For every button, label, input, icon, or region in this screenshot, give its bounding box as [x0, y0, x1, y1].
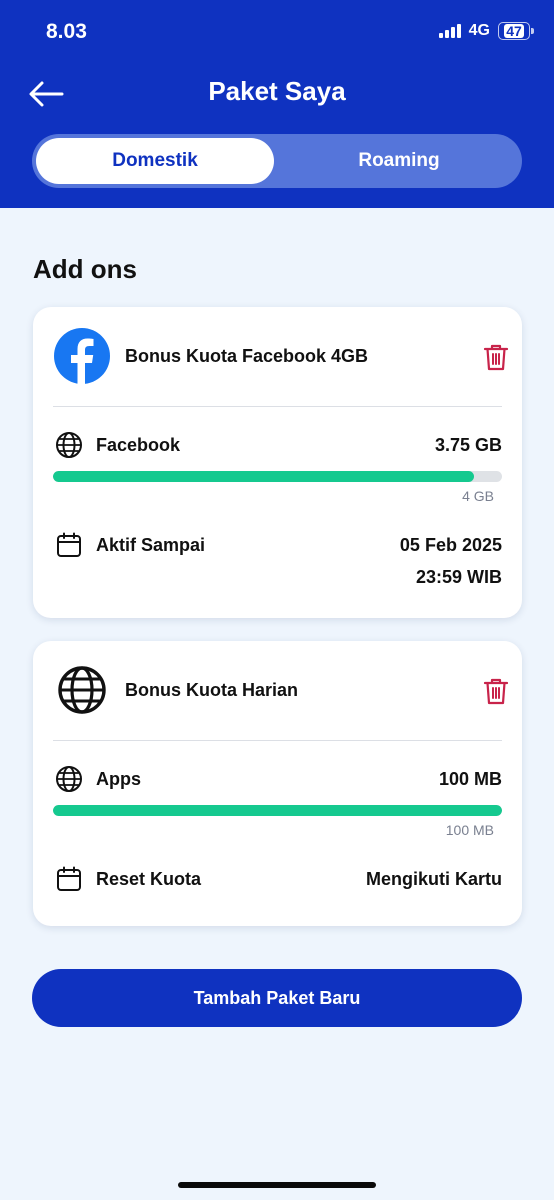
delete-button[interactable] — [480, 341, 512, 373]
usage-progress-fill — [53, 805, 502, 816]
expiry-time: 23:59 WIB — [415, 567, 502, 587]
usage-progress-bar — [53, 471, 502, 482]
page-title: Paket Saya — [208, 76, 346, 106]
trash-icon — [483, 344, 509, 371]
trash-icon — [483, 678, 509, 705]
package-name: Bonus Kuota Harian — [125, 679, 299, 700]
network-type: 4G — [468, 22, 490, 39]
app-header: 8.03 4G 47 Paket Saya Domestik Roaming — [0, 0, 554, 208]
expiry-date: 05 Feb 2025 — [399, 535, 502, 555]
tab-roaming[interactable]: Roaming — [280, 138, 518, 184]
status-indicators: 4G 47 — [438, 22, 534, 40]
package-card: Bonus Kuota Facebook 4GB Facebook 3.75 G… — [33, 307, 522, 618]
calendar-icon — [53, 863, 85, 895]
info-value: 05 Feb 2025 23:59 WIB — [400, 529, 502, 593]
globe-icon — [53, 429, 85, 461]
tab-switcher: Domestik Roaming — [32, 134, 522, 188]
package-card: Bonus Kuota Harian Apps 100 MB 100 MB Re… — [33, 641, 522, 926]
facebook-icon — [53, 327, 111, 385]
home-indicator — [178, 1182, 376, 1188]
tab-domestik[interactable]: Domestik — [36, 138, 274, 184]
battery-icon: 47 — [498, 22, 534, 40]
usage-progress-bar — [53, 805, 502, 816]
usage-label: Apps — [96, 768, 141, 789]
battery-level: 47 — [504, 23, 524, 39]
section-title: Add ons — [33, 254, 137, 284]
package-name: Bonus Kuota Facebook 4GB — [125, 345, 369, 366]
info-label: Reset Kuota — [96, 868, 202, 889]
delete-button[interactable] — [480, 675, 512, 707]
info-value: Mengikuti Kartu — [365, 868, 502, 889]
signal-icon — [438, 24, 461, 38]
usage-value: 100 MB — [438, 768, 502, 789]
usage-label: Facebook — [96, 434, 181, 455]
info-label: Aktif Sampai — [96, 535, 206, 555]
calendar-icon — [53, 529, 85, 561]
usage-progress-fill — [53, 471, 474, 482]
usage-total: 100 MB — [445, 822, 494, 838]
status-time: 8.03 — [46, 20, 87, 43]
usage-total: 4 GB — [462, 488, 494, 504]
usage-value: 3.75 GB — [434, 434, 502, 455]
globe-icon — [53, 661, 111, 719]
add-package-button[interactable]: Tambah Paket Baru — [32, 969, 522, 1027]
globe-icon — [53, 763, 85, 795]
